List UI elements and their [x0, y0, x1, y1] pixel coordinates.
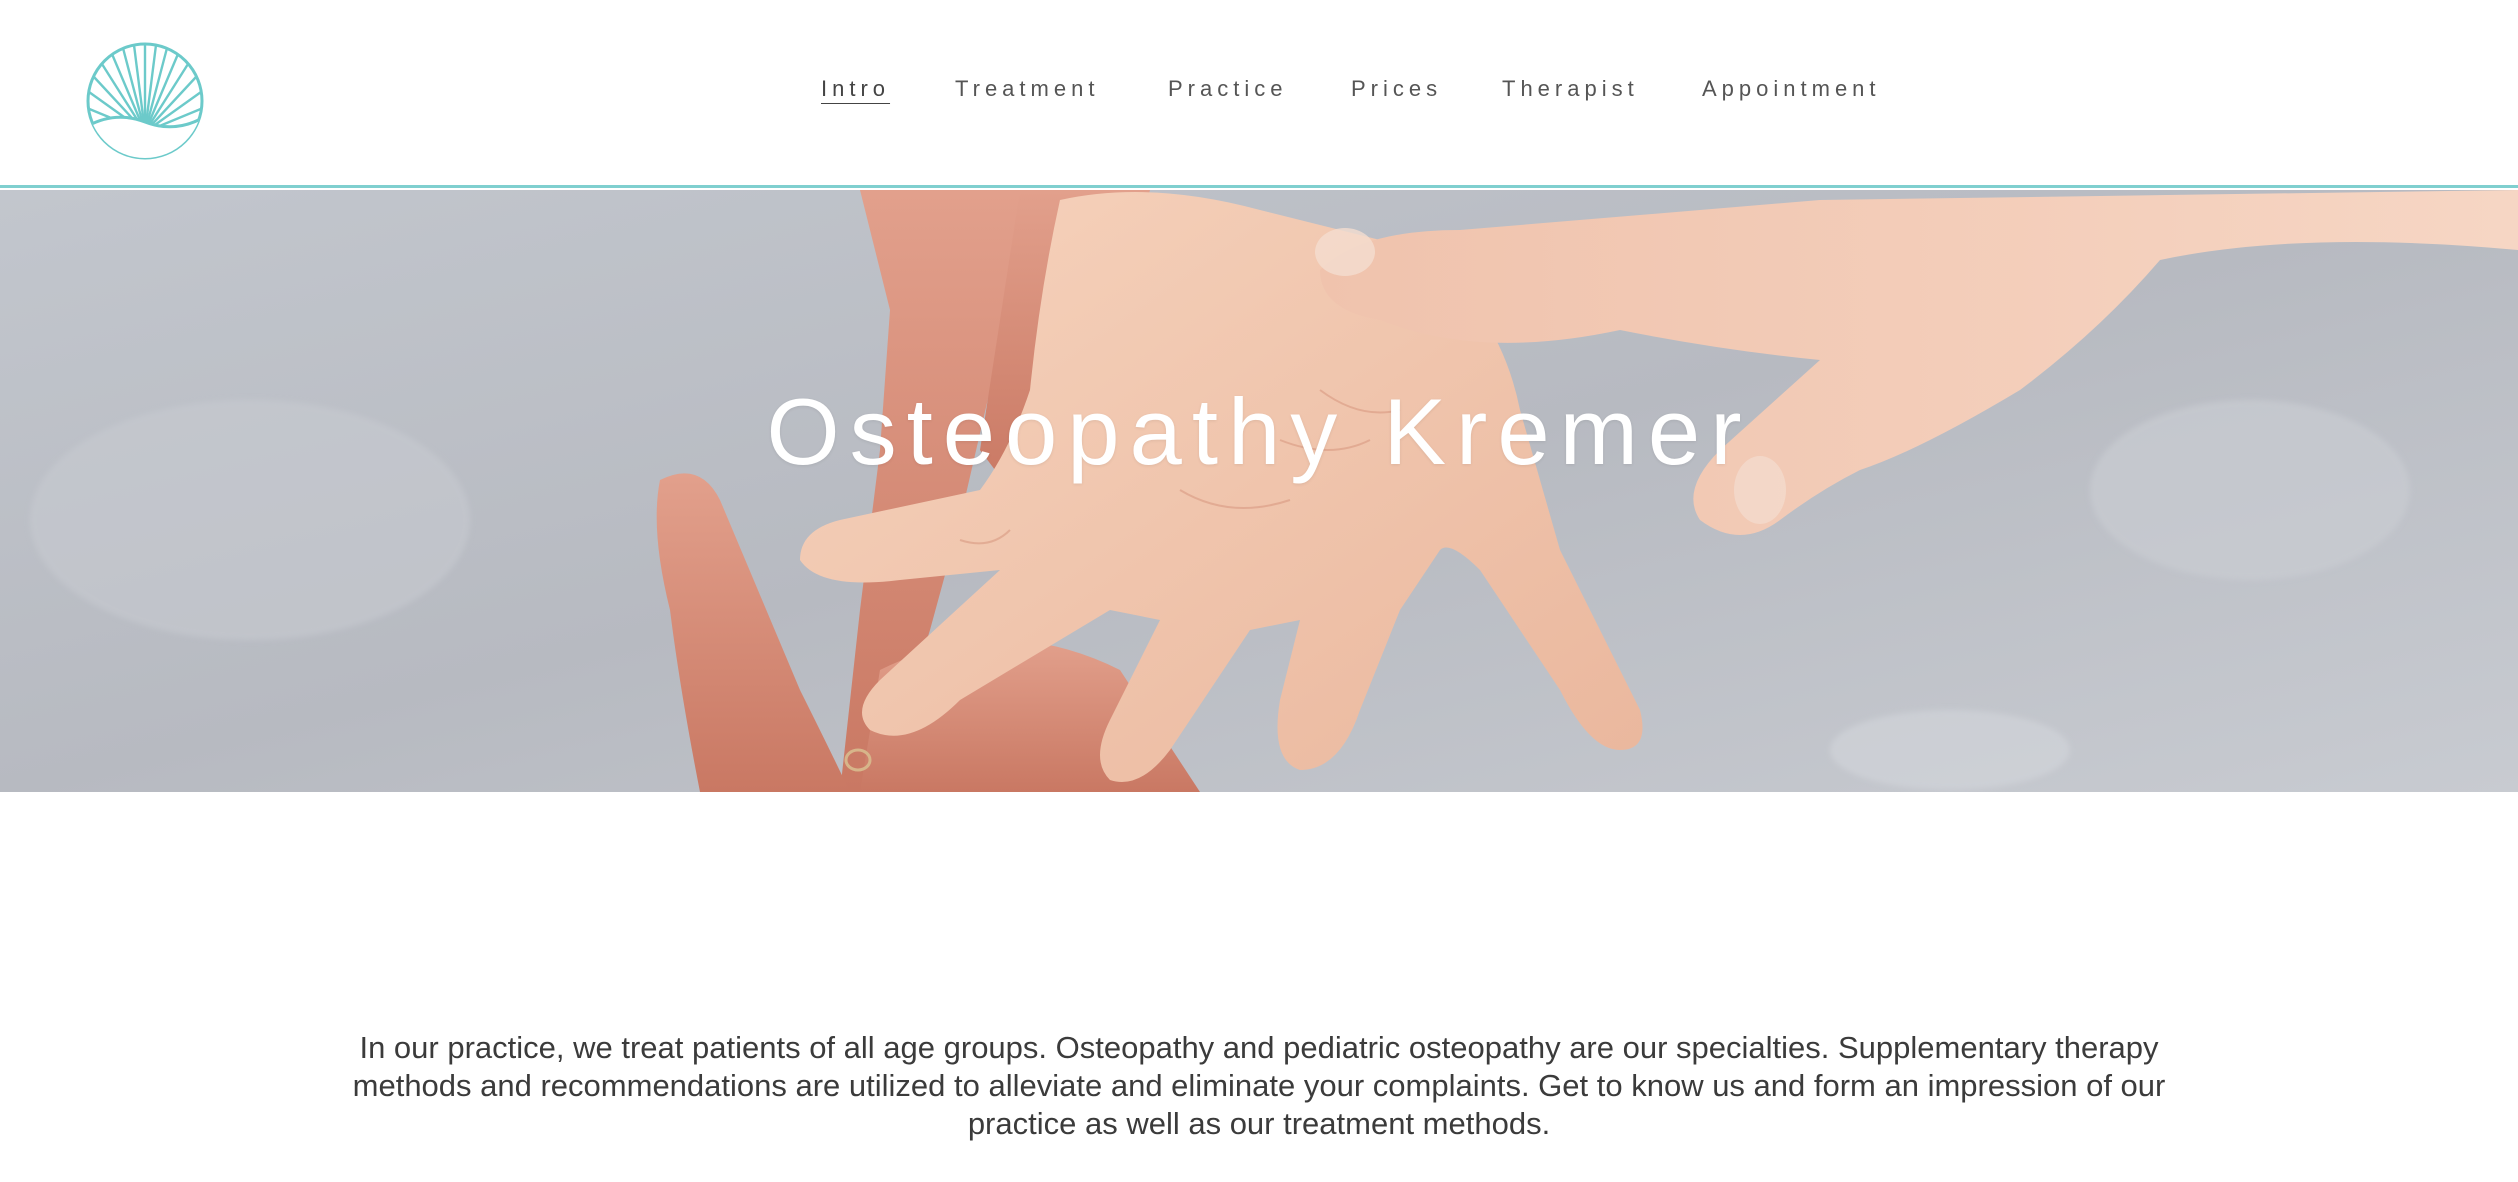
nav-item-intro[interactable]: Intro [821, 76, 890, 102]
hands-photo [0, 190, 2518, 792]
nav-item-treatment[interactable]: Treatment [955, 76, 1099, 102]
hero-banner: Osteopathy Kremer [0, 190, 2518, 792]
nav-item-therapist[interactable]: Therapist [1502, 76, 1639, 102]
nav-item-practice[interactable]: Practice [1168, 76, 1287, 102]
main-nav: Intro Treatment Practice Prices Therapis… [0, 76, 2518, 116]
nav-item-prices[interactable]: Prices [1351, 76, 1442, 102]
intro-paragraph: In our practice, we treat patients of al… [352, 1030, 2166, 1141]
nav-item-appointment[interactable]: Appointment [1702, 76, 1881, 102]
hero-title: Osteopathy Kremer [766, 379, 1752, 484]
site-header: Intro Treatment Practice Prices Therapis… [0, 0, 2518, 188]
